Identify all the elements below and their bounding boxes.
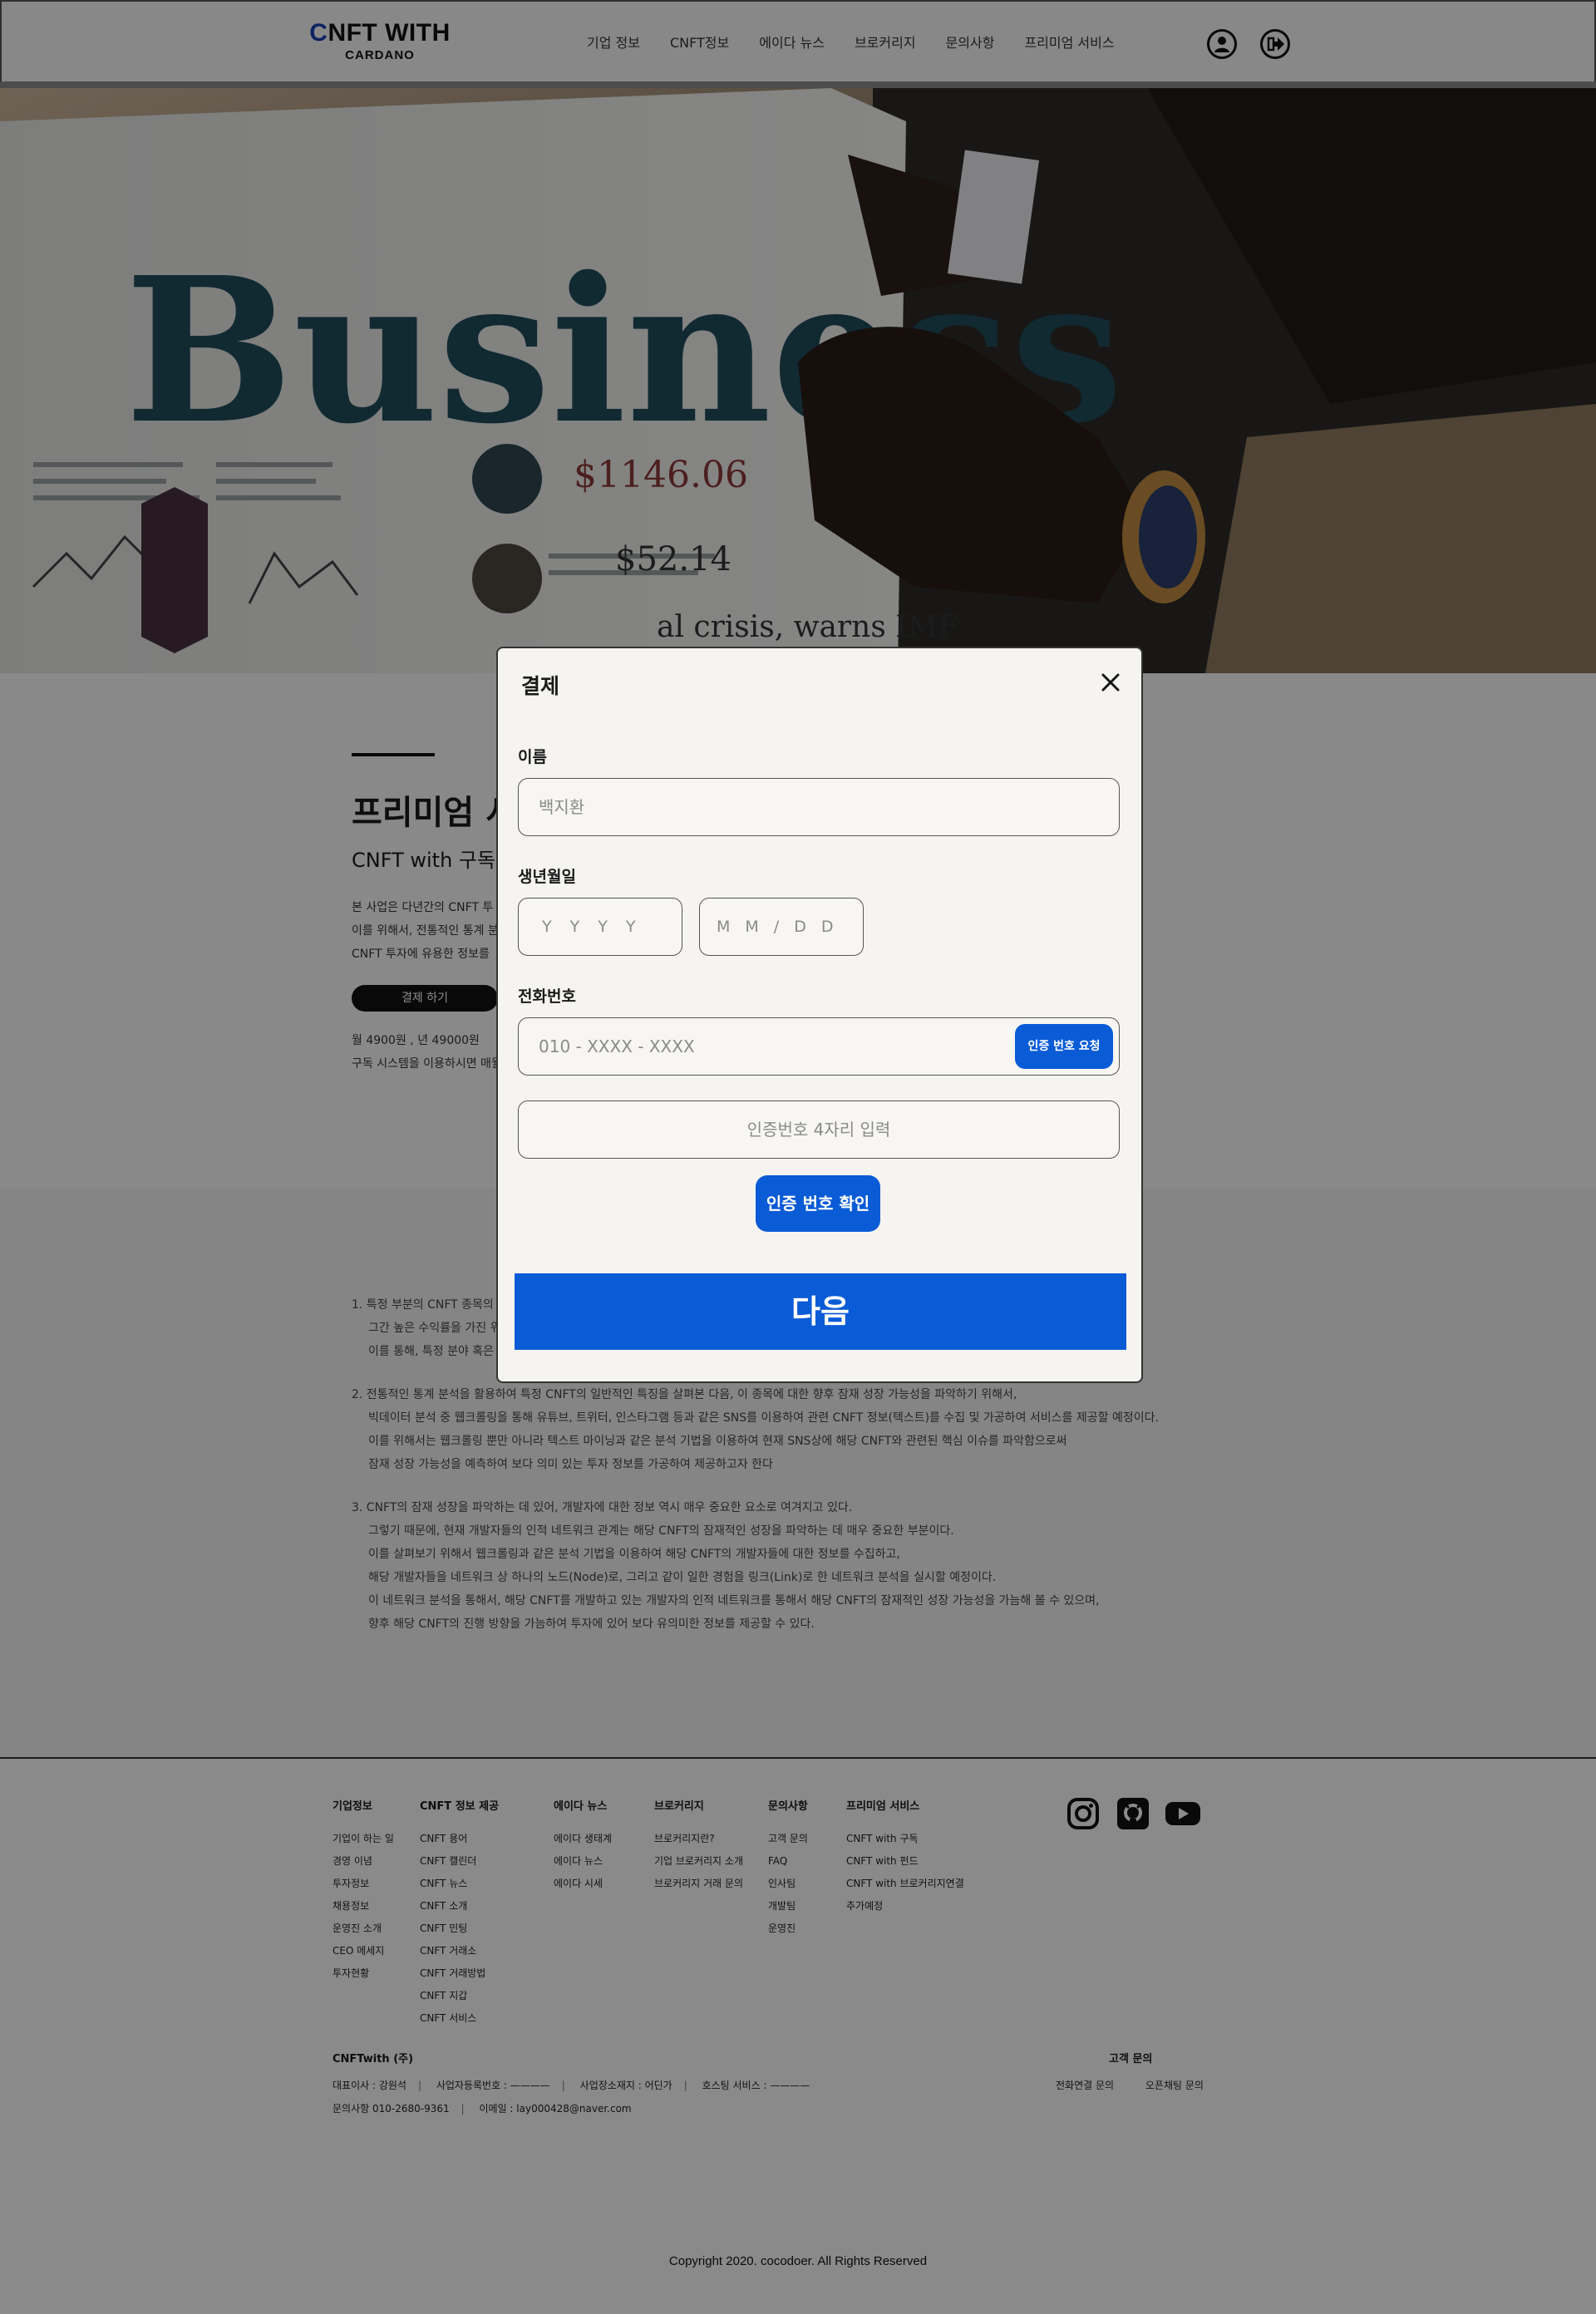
request-code-button[interactable]: 인증 번호 요청 [1015, 1024, 1113, 1069]
name-label: 이름 [518, 748, 547, 766]
verification-code-input[interactable] [518, 1100, 1120, 1159]
next-button[interactable]: 다음 [515, 1273, 1126, 1350]
phone-label: 전화번호 [518, 987, 576, 1006]
verify-code-button[interactable]: 인증 번호 확인 [756, 1175, 880, 1232]
birth-mmdd-input[interactable]: MM/DD [699, 898, 864, 956]
modal-title: 결제 [521, 674, 560, 698]
birth-label: 생년월일 [518, 868, 576, 886]
birth-year-input[interactable]: YYYY [518, 898, 682, 956]
payment-modal: 결제 이름 생년월일 YYYY MM/DD 전화번호 인증 번호 요청 인증 번… [496, 647, 1143, 1383]
name-input[interactable] [518, 778, 1120, 836]
close-icon[interactable] [1098, 670, 1123, 695]
